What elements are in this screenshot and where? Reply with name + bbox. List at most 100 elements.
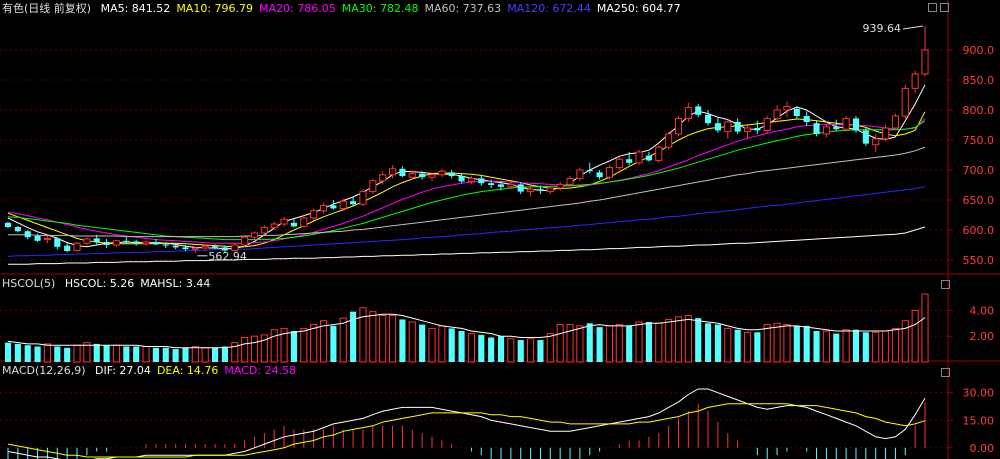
- hscol-bar: [300, 327, 308, 363]
- hscol-bar: [379, 315, 387, 363]
- macd-legend-item-0: DIF: 27.04: [95, 364, 151, 377]
- candle: [882, 127, 890, 140]
- candle: [191, 247, 199, 250]
- ma-legend-item-3: MA30: 782.48: [341, 2, 419, 15]
- hscol-bar: [882, 330, 890, 363]
- candle: [517, 184, 524, 192]
- ma-legend-item-4: MA60: 737.63: [424, 2, 502, 15]
- candle: [419, 173, 426, 178]
- candle: [182, 247, 189, 250]
- hscol-bar: [419, 324, 426, 362]
- high-price-label: 939.64: [863, 22, 902, 35]
- ma-line-ma60: [8, 146, 926, 238]
- hscol-bar: [842, 329, 850, 363]
- hscol-bar: [872, 331, 880, 363]
- hscol-bar: [172, 349, 179, 362]
- candle: [546, 187, 554, 193]
- ma-legend-item-0: MA5: 841.52: [100, 2, 171, 15]
- hscol-legend-item-0: HSCOL: 5.26: [64, 277, 135, 290]
- hscol-bar: [310, 324, 318, 363]
- hscol-bar: [743, 331, 752, 363]
- candle: [655, 146, 663, 161]
- chart-title: 有色(日线 前复权): [2, 2, 92, 15]
- hscol-legend: HSCOL: 5.26 MAHSL: 3.44: [65, 277, 217, 290]
- macd-legend-item-1: DEA: 14.76: [156, 364, 219, 377]
- hscol-legend-item-1: MAHSL: 3.44: [140, 277, 211, 290]
- candle: [379, 174, 387, 182]
- candle: [428, 174, 436, 178]
- hscol-bar: [24, 345, 31, 362]
- stock-chart-canvas[interactable]: 900.0 850.0 800.0 750.0 700.0 650.0 600.0 550.0…: [0, 0, 1000, 459]
- price-tick-label: 750.0: [963, 134, 995, 147]
- candle: [310, 210, 318, 219]
- hscol-bar: [537, 340, 544, 362]
- hscol-bar: [290, 331, 298, 362]
- candle: [290, 222, 298, 227]
- hscol-bar: [763, 324, 771, 363]
- hscol-bar: [734, 329, 741, 362]
- price-tick-label: 800.0: [963, 104, 995, 117]
- hscol-bar: [54, 346, 61, 362]
- ma-legend-item-1: MA10: 796.79: [176, 2, 254, 15]
- hscol-bar: [408, 321, 416, 363]
- hscol-bar: [793, 325, 800, 362]
- hscol-bar: [478, 334, 485, 362]
- ma-line-ma10: [7, 111, 926, 248]
- hscol-bar: [458, 331, 465, 362]
- hscol-bar: [754, 332, 761, 362]
- candle: [478, 178, 485, 184]
- price-tick-label: 700.0: [963, 164, 995, 177]
- candle: [438, 170, 446, 176]
- panel-restore-icon[interactable]: [940, 3, 949, 12]
- hscol-tick-label: 2.00: [970, 330, 995, 343]
- price-tick-label: 650.0: [963, 194, 995, 207]
- hscol-tick-label: 4.00: [970, 304, 995, 317]
- candle: [872, 138, 880, 146]
- hscol-bar: [152, 347, 159, 362]
- hscol-bar: [773, 322, 781, 363]
- hscol-bar: [133, 346, 140, 362]
- candle: [803, 116, 810, 122]
- hscol-bar: [488, 337, 495, 362]
- hscol-panel-icon[interactable]: [941, 280, 950, 289]
- candle: [388, 168, 397, 176]
- candle: [734, 122, 741, 132]
- candle: [162, 244, 169, 246]
- hscol-bar: [191, 346, 199, 363]
- hscol-bar: [64, 347, 71, 362]
- hscol-bar: [546, 333, 554, 363]
- hscol-bar: [783, 324, 791, 363]
- macd-panel-icon[interactable]: [941, 368, 950, 377]
- candle: [24, 231, 31, 238]
- hscol-bar: [369, 311, 377, 363]
- candle: [64, 245, 71, 251]
- hscol-bar: [813, 331, 820, 362]
- candle: [467, 177, 475, 182]
- hscol-bar: [270, 329, 278, 363]
- candle: [891, 115, 899, 129]
- hscol-bar: [221, 346, 228, 362]
- hscol-bar: [684, 315, 692, 363]
- hscol-bar: [497, 336, 505, 362]
- hscol-bar: [399, 319, 406, 362]
- hscol-bar: [803, 325, 810, 362]
- panel-toggle-icon[interactable]: [928, 3, 937, 12]
- candle: [842, 117, 850, 130]
- hscol-bar: [517, 340, 524, 362]
- hscol-title: HSCOL(5): [2, 277, 56, 290]
- candle: [537, 189, 544, 191]
- candle: [399, 168, 406, 176]
- candle: [911, 73, 919, 89]
- hscol-bar: [891, 327, 899, 363]
- hscol-bar: [339, 317, 347, 363]
- candle: [112, 240, 121, 246]
- candle: [507, 183, 515, 188]
- hscol-bar: [655, 322, 663, 363]
- candle: [152, 242, 159, 245]
- hscol-bar: [103, 345, 110, 362]
- candle: [339, 200, 347, 209]
- candle: [586, 170, 593, 172]
- candle: [4, 222, 12, 227]
- candle: [103, 242, 110, 245]
- hscol-bar: [467, 333, 475, 363]
